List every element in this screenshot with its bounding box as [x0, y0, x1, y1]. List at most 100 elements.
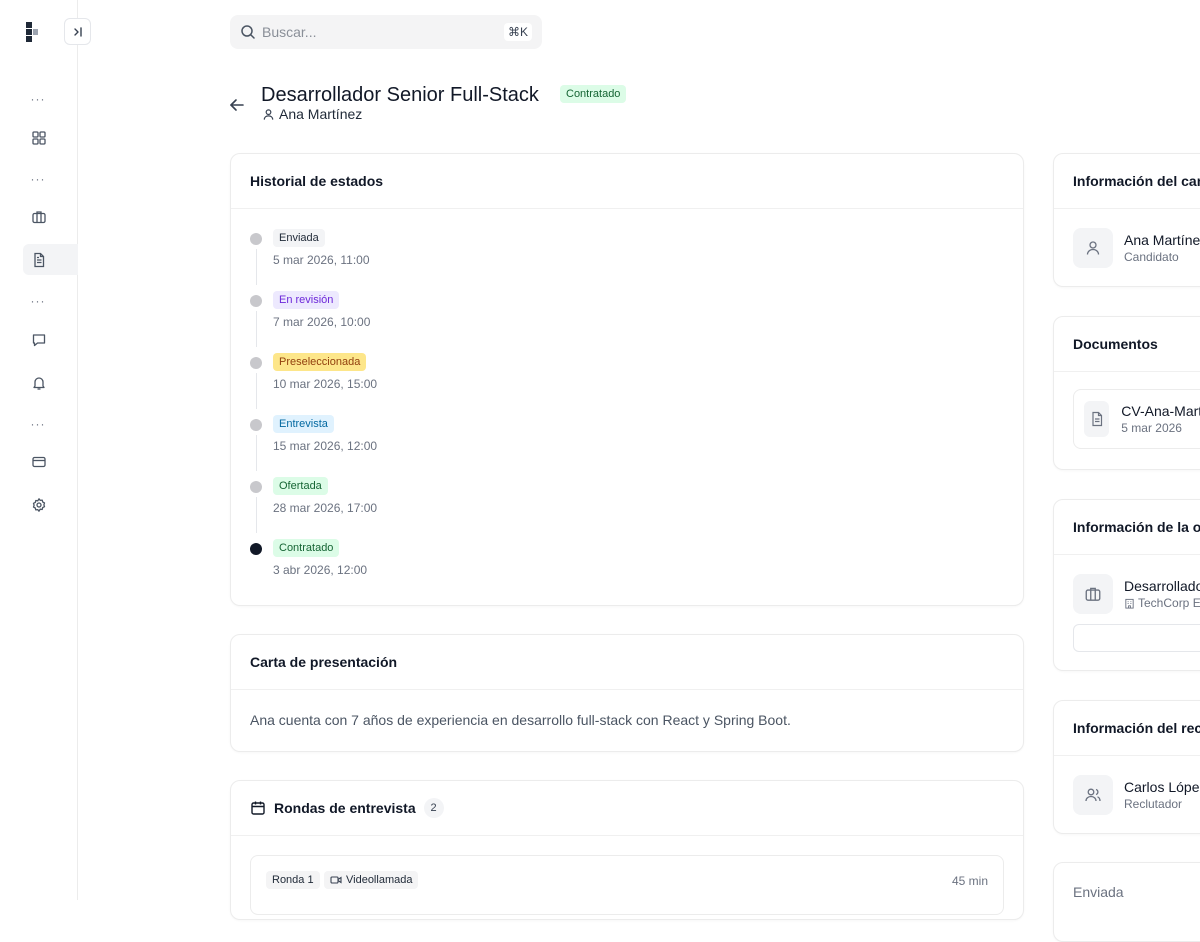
offer-action-field[interactable] — [1073, 624, 1200, 652]
file-icon-box — [1084, 401, 1110, 437]
search-icon — [241, 25, 255, 39]
card-title: Rondas de entrevista — [274, 800, 416, 816]
card-title: Información del reclutador — [1054, 701, 1200, 756]
application-status-label: Enviada — [1073, 884, 1124, 900]
card-title: Información de la oferta — [1054, 500, 1200, 555]
status-date: 3 abr 2026, 12:00 — [273, 563, 368, 577]
card-title: Carta de presentación — [231, 635, 1023, 690]
card-header: Rondas de entrevista 2 — [231, 781, 1023, 836]
sidebar-item-notifications[interactable] — [23, 367, 78, 398]
nav-section-separator: ··· — [30, 92, 46, 106]
search-shortcut-hint: ⌘K — [503, 23, 532, 41]
sidebar-item-settings[interactable] — [23, 489, 78, 520]
candidate-link[interactable]: Ana Martínez — [262, 106, 362, 122]
sidebar-item-dashboard[interactable] — [23, 122, 78, 153]
status-badge: Enviada — [273, 229, 325, 247]
round-number-tag: Ronda 1 — [266, 871, 320, 889]
status-history-card: Historial de estados Enviada 5 mar 2026, … — [230, 153, 1024, 606]
status-date: 5 mar 2026, 11:00 — [273, 253, 370, 267]
credit-card-icon — [32, 456, 46, 467]
page-title: Desarrollador Senior Full-Stack — [261, 84, 539, 106]
app-logo[interactable] — [26, 22, 42, 42]
sidebar-item-applications[interactable] — [23, 244, 78, 275]
candidate-row[interactable]: Ana Martínez Candidato — [1073, 228, 1200, 268]
building-icon — [1125, 598, 1134, 609]
calendar-icon — [251, 801, 265, 815]
back-button[interactable] — [228, 96, 246, 114]
nav-section-separator: ··· — [30, 294, 46, 308]
cover-letter-card: Carta de presentación Ana cuenta con 7 a… — [230, 634, 1024, 752]
timeline-dot — [250, 357, 262, 369]
document-date: 5 mar 2026 — [1121, 421, 1182, 435]
video-icon — [330, 876, 342, 884]
status-date: 15 mar 2026, 12:00 — [273, 439, 378, 453]
avatar — [1073, 228, 1113, 268]
status-badge: Ofertada — [273, 477, 328, 495]
search-input[interactable] — [262, 24, 504, 40]
status-date: 28 mar 2026, 17:00 — [273, 501, 378, 515]
grid-icon — [32, 130, 46, 145]
timeline-connector — [255, 311, 257, 347]
round-type-tag: Videollamada — [324, 871, 419, 889]
recruiter-role: Reclutador — [1124, 797, 1183, 811]
offer-info-card: Información de la oferta Desarrollador S… — [1053, 499, 1200, 671]
panel-expand-icon — [73, 26, 82, 37]
round-duration: 45 min — [951, 874, 988, 888]
status-date: 10 mar 2026, 15:00 — [273, 377, 378, 391]
status-badge: Contratado — [273, 539, 340, 557]
offer-icon-box — [1073, 574, 1113, 614]
round-type-label: Videollamada — [346, 874, 413, 886]
nav-section-separator: ··· — [30, 172, 46, 186]
documents-card: Documentos CV-Ana-Martínez.pdf 5 mar 202… — [1053, 316, 1200, 470]
candidate-role: Candidato — [1124, 250, 1179, 264]
message-icon — [32, 333, 46, 346]
timeline-connector — [255, 497, 257, 533]
recruiter-name: Carlos López — [1124, 779, 1200, 795]
nav-section-separator: ··· — [30, 417, 46, 431]
timeline-dot — [250, 233, 262, 245]
user-icon — [263, 108, 274, 120]
avatar — [1073, 775, 1113, 815]
recruiter-info-card: Información del reclutador Carlos López … — [1053, 700, 1200, 834]
status-badge: Contratado — [560, 85, 627, 103]
status-badge: Entrevista — [273, 415, 334, 433]
timeline-connector — [255, 435, 257, 471]
card-title: Información del candidato — [1054, 154, 1200, 209]
user-icon — [1086, 241, 1100, 255]
interview-round-row[interactable]: Ronda 1 Videollamada 45 min — [250, 855, 1004, 915]
count-badge: 2 — [423, 798, 444, 818]
sidebar-item-billing[interactable] — [23, 446, 78, 477]
timeline-dot — [250, 295, 262, 307]
briefcase-icon — [32, 210, 46, 223]
candidate-name: Ana Martínez — [279, 106, 363, 122]
offer-row[interactable]: Desarrollador Senior Full-Stack TechCorp… — [1073, 574, 1200, 614]
timeline-connector — [255, 373, 257, 409]
sidebar-item-jobs[interactable] — [23, 201, 78, 232]
application-status-card: Enviada — [1053, 862, 1200, 942]
settings-icon — [32, 497, 46, 512]
card-title: Documentos — [1054, 317, 1200, 372]
timeline-dot — [250, 543, 262, 555]
sidebar-item-messages[interactable] — [23, 324, 78, 355]
users-icon — [1085, 788, 1101, 802]
file-text-icon — [1092, 411, 1102, 427]
candidate-name: Ana Martínez — [1124, 232, 1200, 248]
document-item[interactable]: CV-Ana-Martínez.pdf 5 mar 2026 — [1073, 389, 1200, 449]
status-date: 7 mar 2026, 10:00 — [273, 315, 371, 329]
arrow-left-icon — [230, 99, 244, 111]
sidebar-toggle-button[interactable] — [64, 18, 91, 45]
document-name: CV-Ana-Martínez.pdf — [1121, 403, 1200, 419]
timeline-dot — [250, 481, 262, 493]
status-badge: Preseleccionada — [273, 353, 367, 371]
status-badge: En revisión — [273, 291, 340, 309]
card-title: Historial de estados — [231, 154, 1023, 209]
briefcase-icon — [1085, 587, 1101, 601]
sidebar: ··· ··· ··· ··· — [0, 0, 91, 900]
cover-letter-text: Ana cuenta con 7 años de experiencia en … — [250, 712, 791, 728]
bell-icon — [33, 376, 45, 390]
offer-position: Desarrollador Senior Full-Stack — [1124, 578, 1200, 594]
recruiter-row[interactable]: Carlos López Reclutador — [1073, 775, 1200, 815]
search-bar[interactable]: ⌘K — [230, 15, 542, 49]
file-text-icon — [34, 252, 45, 267]
candidate-info-card: Información del candidato Ana Martínez C… — [1053, 153, 1200, 287]
